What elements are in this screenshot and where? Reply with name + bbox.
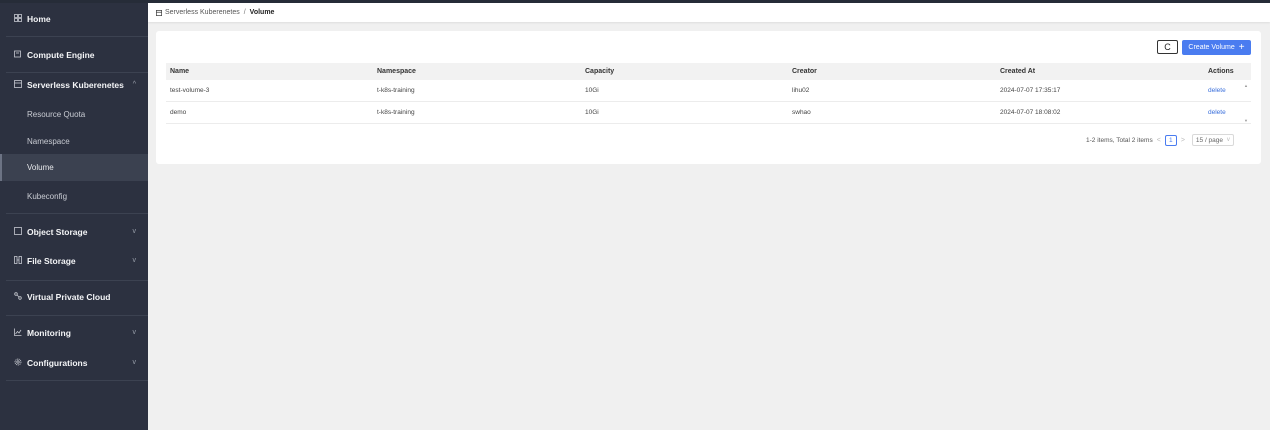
page-size-select[interactable]: 15 / page v [1191,134,1234,146]
sidebar-item-home[interactable]: Home [0,10,148,27]
volume-panel: C Create Volume + Name Namespace Capacit… [156,31,1261,164]
page-1-button[interactable]: 1 [1164,134,1177,146]
plus-icon: + [1238,42,1245,53]
next-page-button[interactable]: > [1181,137,1185,144]
sidebar-item-label: Namespace [27,136,70,146]
divider [6,280,148,281]
cell-name: demo [170,109,187,116]
create-volume-label: Create Volume [1188,44,1235,51]
chevron-down-icon: v [132,359,137,366]
folder-icon [12,255,24,266]
window-edge [1270,0,1274,430]
delete-link[interactable]: delete [1208,80,1226,101]
chevron-down-icon: v [132,228,137,235]
page-size-value: 15 / page [1195,136,1224,144]
breadcrumb-separator: / [243,9,246,16]
sidebar-item-label: Monitoring [27,327,71,338]
table-scrollbar[interactable]: ▲ ▼ [1243,80,1251,125]
refresh-button[interactable]: C [1157,40,1178,54]
chevron-up-icon: ^ [132,81,136,88]
sidebar-item-label: Volume [27,163,54,172]
delete-link[interactable]: delete [1208,102,1226,123]
table-row: demo t-k8s-training 10Gi swhao 2024-07-0… [166,102,1251,124]
sidebar-item-namespace[interactable]: Namespace [0,131,148,151]
breadcrumb: Serverless Kuberenetes / Volume [148,3,1270,22]
sidebar-item-label: File Storage [27,255,76,266]
prev-page-button[interactable]: < [1157,137,1161,144]
chevron-down-icon: v [132,329,137,336]
column-header-created-at: Created At [1000,68,1036,75]
sidebar-item-vpc[interactable]: Virtual Private Cloud [0,288,148,305]
cell-name: test-volume-3 [170,87,210,94]
box-icon [12,226,24,237]
grid-icon [12,13,24,24]
volume-table: Name Namespace Capacity Creator Created … [166,63,1251,124]
divider [6,213,148,214]
sidebar-item-label: Kubeconfig [27,191,68,201]
cell-creator: swhao [792,109,811,116]
sidebar-item-label: Compute Engine [27,49,95,60]
column-header-namespace: Namespace [377,68,416,75]
chevron-down-icon: v [1226,137,1230,143]
sidebar-item-configurations[interactable]: Configurations v [0,354,148,371]
sidebar-item-label: Object Storage [27,226,88,237]
sidebar-item-monitoring[interactable]: Monitoring v [0,324,148,341]
sidebar-item-object-storage[interactable]: Object Storage v [0,223,148,240]
cell-namespace: t-k8s-training [377,109,415,116]
kubernetes-icon [156,9,162,16]
column-header-creator: Creator [792,68,817,75]
cell-capacity: 10Gi [585,109,599,116]
sidebar-item-file-storage[interactable]: File Storage v [0,252,148,269]
divider [6,380,148,381]
sidebar-item-resource-quota[interactable]: Resource Quota [0,104,148,124]
sidebar-item-label: Serverless Kuberenetes [27,79,124,90]
cell-capacity: 10Gi [585,87,599,94]
breadcrumb-current: Volume [249,9,275,16]
cell-creator: lihu02 [792,87,810,94]
scroll-up-icon: ▲ [1244,83,1248,88]
divider [6,72,148,73]
sidebar-item-label: Home [27,13,51,24]
gear-icon [12,358,24,368]
divider [6,36,148,37]
chevron-down-icon: v [132,257,137,264]
cell-created-at: 2024-07-07 18:08:02 [1000,109,1061,116]
divider [6,315,148,316]
kubernetes-icon [12,79,24,90]
chart-icon [12,328,24,338]
sidebar-item-label: Virtual Private Cloud [27,291,111,302]
network-icon [12,291,24,302]
server-icon [12,50,24,60]
table-row: test-volume-3 t-k8s-training 10Gi lihu02… [166,80,1251,102]
sidebar-item-volume[interactable]: Volume [0,154,148,181]
scroll-down-icon: ▼ [1244,118,1248,123]
sidebar-item-label: Configurations [27,357,88,368]
pagination-summary: 1-2 items, Total 2 items [1086,136,1153,144]
pagination: 1-2 items, Total 2 items < 1 > 15 / page… [1086,134,1234,146]
cell-namespace: t-k8s-training [377,87,415,94]
column-header-capacity: Capacity [585,68,615,75]
breadcrumb-parent-link[interactable]: Serverless Kuberenetes [165,9,240,16]
create-volume-button[interactable]: Create Volume + [1182,40,1251,55]
sidebar-item-compute-engine[interactable]: Compute Engine [0,46,148,63]
table-header: Name Namespace Capacity Creator Created … [166,63,1251,80]
refresh-icon: C [1164,42,1171,52]
column-header-actions: Actions [1208,68,1234,75]
sidebar-item-kubeconfig[interactable]: Kubeconfig [0,186,148,206]
sidebar-item-label: Resource Quota [27,109,86,119]
cell-created-at: 2024-07-07 17:35:17 [1000,87,1061,94]
sidebar: Home Compute Engine Serverless Kuberenet… [0,3,148,430]
column-header-name: Name [170,68,190,75]
sidebar-item-serverless-kubernetes[interactable]: Serverless Kuberenetes ^ [0,76,148,93]
